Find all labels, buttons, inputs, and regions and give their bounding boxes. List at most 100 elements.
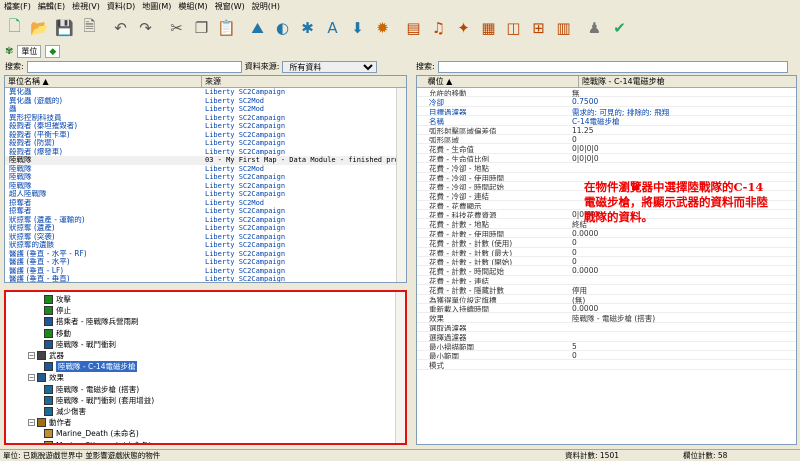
table-row[interactable]: 異形控制科技員 Liberty SC2Campaign bbox=[5, 114, 406, 123]
table-row[interactable]: 狀掠奪的遺骸 Liberty SC2Campaign bbox=[5, 241, 406, 250]
table-row[interactable]: 狀掠奪 (突袭) Liberty SC2Campaign bbox=[5, 233, 406, 242]
menu-item-3[interactable]: 資料(D) bbox=[107, 1, 135, 12]
property-row[interactable]: 花費 - 計數 - 使用時間 0.0000 bbox=[417, 229, 796, 239]
unit-list-scrollbar[interactable] bbox=[396, 88, 406, 282]
menu-item-1[interactable]: 編輯(E) bbox=[38, 1, 65, 12]
text-icon[interactable]: A bbox=[321, 15, 344, 41]
layout-icon[interactable]: ▦ bbox=[477, 15, 500, 41]
ai-icon[interactable]: ▤ bbox=[402, 15, 425, 41]
table-row[interactable]: 殺戮者 (防禦) Liberty SC2Campaign bbox=[5, 139, 406, 148]
source-select[interactable]: 所有資料 bbox=[282, 60, 378, 73]
menu-item-0[interactable]: 檔案(F) bbox=[4, 1, 31, 12]
paste-icon[interactable]: 📋 bbox=[215, 15, 238, 41]
property-row[interactable]: 花費 - 冷卻 - 地點 bbox=[417, 163, 796, 173]
property-row[interactable]: 選取過濾器 bbox=[417, 323, 796, 333]
undo-icon[interactable]: ↶ bbox=[109, 15, 132, 41]
tree-item[interactable]: 陸戰隊 - 戰鬥衝刺 bbox=[6, 339, 405, 350]
table-row[interactable]: 掠奪者 Liberty SC2Mod bbox=[5, 199, 406, 208]
open-file-icon[interactable]: 📂 bbox=[28, 15, 51, 41]
table-row[interactable]: 殺戮者 (泰坦摧毀者) Liberty SC2Campaign bbox=[5, 122, 406, 131]
terrain-icon[interactable]: ⛰ bbox=[246, 15, 269, 41]
table-row[interactable]: 醫護 (垂直 - 垂直) Liberty SC2Campaign bbox=[5, 275, 406, 282]
property-row[interactable]: 花費 - 計數 - 計數 (開始) 0 bbox=[417, 257, 796, 267]
tree-item[interactable]: − 動作者 bbox=[6, 417, 405, 428]
property-row[interactable]: 弧形射擊區域偏差值 11.25 bbox=[417, 126, 796, 135]
menu-item-4[interactable]: 地圖(M) bbox=[142, 1, 171, 12]
field-search-input[interactable] bbox=[437, 60, 788, 73]
menu-item-2[interactable]: 檢視(V) bbox=[72, 1, 100, 12]
col-value[interactable]: 陸戰隊 - C-14電磁步槍 bbox=[579, 76, 796, 87]
table-row[interactable]: 殺戮者 (爆發車) Liberty SC2Campaign bbox=[5, 148, 406, 157]
property-row[interactable]: 效果 陸戰隊 - 電磁步槍 (搭害) bbox=[417, 313, 796, 323]
table-row[interactable]: 陸戰隊 Liberty SC2Mod bbox=[5, 165, 406, 174]
tree-expander-icon[interactable]: − bbox=[28, 419, 35, 427]
tree-item[interactable]: 陸戰隊 - 電磁步槍 (搭害) bbox=[6, 384, 405, 395]
menu-item-5[interactable]: 模組(M) bbox=[178, 1, 207, 12]
table-row[interactable]: 掠奪者 Liberty SC2Campaign bbox=[5, 207, 406, 216]
trigger-icon[interactable]: ✹ bbox=[371, 15, 394, 41]
property-row[interactable]: 花費 - 計數 - 連結 bbox=[417, 276, 796, 286]
menu-item-6[interactable]: 視窗(W) bbox=[215, 1, 245, 12]
property-row[interactable]: 名稱 C-14電磁步槍 bbox=[417, 116, 796, 126]
property-row[interactable]: 花費 - 計數 - 隱藏計數 停用 bbox=[417, 285, 796, 295]
unit-icon[interactable]: ◫ bbox=[502, 15, 525, 41]
table-row[interactable]: 陸戰隊 Liberty SC2Campaign bbox=[5, 182, 406, 191]
col-field[interactable]: 欄位 ▲ bbox=[417, 76, 579, 87]
tree-expander-icon[interactable]: − bbox=[28, 352, 35, 360]
sound-icon[interactable]: ♫ bbox=[427, 15, 450, 41]
tree-item[interactable]: 陸戰隊 - C-14電磁步槍 bbox=[6, 361, 405, 373]
table-row[interactable]: 蟲 Liberty SC2Mod bbox=[5, 105, 406, 114]
property-row[interactable]: 弧形區域 0 bbox=[417, 135, 796, 145]
tree-item[interactable]: 停止 bbox=[6, 305, 405, 316]
property-row[interactable]: 冷卻 0.7500 bbox=[417, 97, 796, 107]
test-icon[interactable]: ♟ bbox=[583, 15, 606, 41]
tree-item[interactable]: Marine_Stimpack (未命名) bbox=[6, 439, 405, 443]
table-row[interactable]: 陸戰隊 Liberty SC2Campaign bbox=[5, 173, 406, 182]
property-row[interactable]: 花費 - 生命值比例 0|0|0|0 bbox=[417, 154, 796, 164]
import-icon[interactable]: ⬇ bbox=[346, 15, 369, 41]
tree-item[interactable]: 移動 bbox=[6, 328, 405, 339]
col-source[interactable]: 來源 bbox=[202, 76, 406, 87]
save-icon[interactable]: 💾 bbox=[53, 15, 76, 41]
property-row[interactable]: 為獲得單位設定旗標 (無) bbox=[417, 295, 796, 305]
property-row[interactable]: 模式 bbox=[417, 360, 796, 370]
table-row[interactable]: 狀掠奪 (遺產 - 運輸的) Liberty SC2Campaign bbox=[5, 216, 406, 225]
tree-item[interactable]: 攻擊 bbox=[6, 294, 405, 305]
property-row[interactable]: 花費 - 計數 - 時間起始 0.0000 bbox=[417, 266, 796, 276]
tools-icon[interactable]: ✔ bbox=[608, 15, 631, 41]
new-file-icon[interactable]: 🗋 bbox=[3, 15, 26, 41]
table-row[interactable]: 殺戮者 (平衡卡車) Liberty SC2Campaign bbox=[5, 131, 406, 140]
data-icon[interactable]: ✱ bbox=[296, 15, 319, 41]
table-row[interactable]: 醫護 (垂直 - LF) Liberty SC2Campaign bbox=[5, 267, 406, 276]
table-row[interactable]: 狀掠奪 (遺產) Liberty SC2Campaign bbox=[5, 224, 406, 233]
table-row[interactable]: 陸戰隊 03 - My First Map - Data Module - fin… bbox=[5, 156, 406, 165]
add-tab-button[interactable]: ◆ bbox=[45, 45, 61, 58]
redo-icon[interactable]: ↷ bbox=[134, 15, 157, 41]
model-icon[interactable]: ⊞ bbox=[527, 15, 550, 41]
tree-item[interactable]: 陸戰隊 - 戰鬥衝刺 (套用增益) bbox=[6, 395, 405, 406]
tree-item[interactable]: Marine_Death (未命名) bbox=[6, 428, 405, 439]
cut-icon[interactable]: ✂ bbox=[165, 15, 188, 41]
property-row[interactable]: 最小範圍 0 bbox=[417, 351, 796, 361]
tree-item[interactable]: 搭乘者 - 陸戰隊兵營雨刷 bbox=[6, 316, 405, 327]
tree-item[interactable]: 減少傷害 bbox=[6, 406, 405, 417]
tree-item[interactable]: − 效果 bbox=[6, 372, 405, 383]
tree-scrollbar[interactable] bbox=[395, 292, 405, 443]
property-row[interactable]: 最小掃描範圍 5 bbox=[417, 342, 796, 351]
tab-units[interactable]: 單位 bbox=[17, 45, 42, 58]
property-row[interactable]: 花費 - 計數 - 計數 (使用) 0 bbox=[417, 238, 796, 248]
property-row[interactable]: 花費 - 計數 - 計數 (最大) 0 bbox=[417, 248, 796, 258]
property-row[interactable]: 花費 - 生命值 0|0|0|0 bbox=[417, 144, 796, 154]
table-row[interactable]: 醫護 (垂直 - 水平) Liberty SC2Campaign bbox=[5, 258, 406, 267]
col-unit-name[interactable]: 單位名稱 ▲ bbox=[5, 76, 202, 87]
property-row[interactable]: 重新載入持續時間 0.0000 bbox=[417, 304, 796, 314]
table-row[interactable]: 異化蟲 Liberty SC2Campaign bbox=[5, 88, 406, 97]
table-row[interactable]: 醫護 (垂直 - 水平 - RF) Liberty SC2Campaign bbox=[5, 250, 406, 259]
property-row[interactable]: 目標過濾器 需求的: 可見的; 排除的: 飛翔 bbox=[417, 107, 796, 117]
copy-icon[interactable]: ❐ bbox=[190, 15, 213, 41]
property-row[interactable]: 允許的移動 無 bbox=[417, 88, 796, 98]
search-input[interactable] bbox=[26, 60, 242, 73]
table-row[interactable]: 超人陸戰隊 Liberty SC2Campaign bbox=[5, 190, 406, 199]
table-row[interactable]: 異化蟲 (遊戲的) Liberty SC2Mod bbox=[5, 97, 406, 106]
palette-icon[interactable]: ◐ bbox=[271, 15, 294, 41]
